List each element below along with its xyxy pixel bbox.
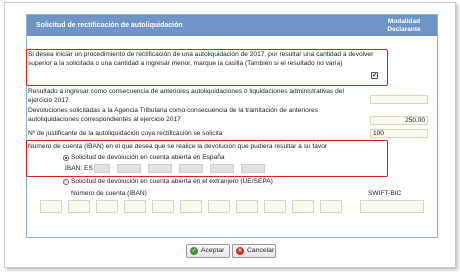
radio-spain-account[interactable] bbox=[63, 155, 69, 161]
swift-bic-label: SWIFT-BIC bbox=[368, 190, 402, 197]
resultado-input[interactable] bbox=[370, 95, 428, 104]
accept-button-label: Aceptar bbox=[201, 247, 225, 254]
intro-text: Si desea iniciar un procedimiento de rec… bbox=[28, 51, 374, 67]
foreign-account-input-7[interactable] bbox=[208, 200, 230, 213]
option-spain-label: Solicitud de devolución en cuenta abiert… bbox=[71, 154, 225, 161]
radio-abroad-account[interactable] bbox=[63, 179, 69, 185]
foreign-account-input-11[interactable] bbox=[320, 200, 342, 213]
foreign-account-input-10[interactable] bbox=[292, 200, 314, 213]
foreign-account-input-6[interactable] bbox=[180, 200, 202, 213]
option-abroad-label: Solicitud de devolución en cuenta abiert… bbox=[71, 178, 273, 185]
column-header-modalidad: Modalidad Declarante bbox=[387, 18, 421, 33]
foreign-account-input-2[interactable] bbox=[68, 200, 90, 213]
dialog-title: Solicitud de rectificación de autoliquid… bbox=[36, 22, 183, 29]
iban-input-5[interactable] bbox=[210, 164, 234, 173]
foreign-account-input-1[interactable] bbox=[40, 200, 62, 213]
foreign-account-input-9[interactable] bbox=[264, 200, 286, 213]
iban-prefix-label: IBAN: ES bbox=[65, 165, 93, 172]
foreign-account-input-5[interactable] bbox=[152, 200, 174, 213]
iban-question: Número de cuenta (IBAN) en el que desea … bbox=[28, 143, 328, 150]
rectification-checkbox[interactable]: ✔ bbox=[371, 72, 378, 79]
dialog-header: Solicitud de rectificación de autoliquid… bbox=[27, 15, 437, 36]
cancel-button-label: Cancelar bbox=[247, 247, 275, 254]
account-number-label: Número de cuenta (IBAN) bbox=[71, 190, 147, 197]
accept-button[interactable]: ✓ Aceptar bbox=[186, 244, 230, 258]
justificante-input[interactable]: 100 bbox=[370, 129, 428, 138]
cancel-button[interactable]: ✕ Cancelar bbox=[232, 244, 276, 258]
justificante-label: Nº de justificante de la autoliquidación… bbox=[28, 130, 223, 137]
foreign-account-input-4[interactable] bbox=[124, 200, 146, 213]
resultado-label: Resultado a ingresar como consecuencia d… bbox=[28, 88, 344, 104]
foreign-account-input-8[interactable] bbox=[236, 200, 258, 213]
iban-input-1[interactable] bbox=[94, 164, 110, 173]
iban-input-2[interactable] bbox=[117, 164, 141, 173]
iban-input-3[interactable] bbox=[148, 164, 172, 173]
iban-input-6[interactable] bbox=[241, 164, 265, 173]
devoluciones-label: Devoluciones solicitadas a la Agencia Tr… bbox=[28, 107, 318, 123]
cancel-icon: ✕ bbox=[236, 247, 244, 255]
foreign-account-input-3[interactable] bbox=[96, 200, 118, 213]
devoluciones-input[interactable]: 250,00 bbox=[370, 116, 428, 125]
iban-input-4[interactable] bbox=[179, 164, 203, 173]
swift-bic-input[interactable] bbox=[360, 200, 424, 213]
check-icon: ✓ bbox=[190, 247, 198, 255]
